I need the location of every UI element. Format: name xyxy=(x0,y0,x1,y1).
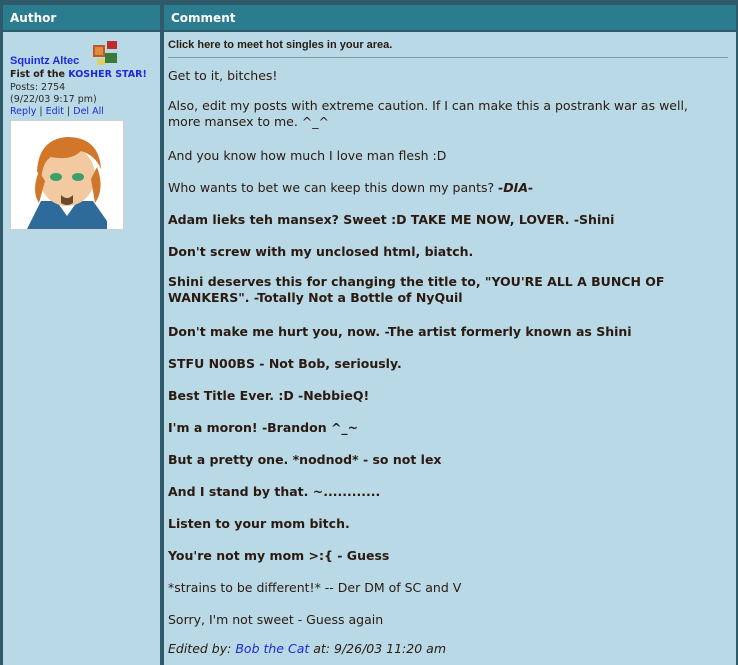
comment-line: Shini deserves this for changing the tit… xyxy=(168,274,665,305)
comment-line: Best Title Ever. :D -NebbieQ! xyxy=(168,388,370,403)
comment-line: And I stand by that. ~............ xyxy=(168,484,381,499)
comment-line: *strains to be different!* -- Der DM of … xyxy=(168,580,462,595)
reply-link[interactable]: Reply xyxy=(10,106,36,117)
edited-prefix: Edited by: xyxy=(168,641,232,656)
editor-user-link[interactable]: Bob the Cat xyxy=(235,641,309,656)
comment-line: Listen to your mom bitch. xyxy=(168,516,350,531)
forum-post: Author Comment Squintz Altec Fist of the… xyxy=(0,0,738,665)
comment-line: You're not my mom >:{ - Guess xyxy=(168,548,390,563)
author-username-link[interactable]: Squintz Altec xyxy=(10,55,79,67)
author-title-link[interactable]: KOSHER STAR! xyxy=(68,69,147,80)
comment-line: Don't make me hurt you, now. -The artist… xyxy=(168,324,632,339)
comment-line: Sorry, I'm not sweet - Guess again xyxy=(168,612,384,627)
comment-line: But a pretty one. *nodnod* - so not lex xyxy=(168,452,442,467)
comment-line: STFU N00BS - Not Bob, seriously. xyxy=(168,356,402,371)
author-header-label: Author xyxy=(10,11,57,25)
action-separator: | xyxy=(67,106,71,117)
comment-line: Who wants to bet we can keep this down m… xyxy=(168,180,533,195)
author-post-count: Posts: 2754 xyxy=(10,82,66,93)
author-post-date: (9/22/03 9:17 pm) xyxy=(10,94,97,105)
author-title-prefix: Fist of the xyxy=(10,69,65,80)
comment-column-header: Comment xyxy=(164,5,736,30)
edit-link[interactable]: Edit xyxy=(46,106,64,117)
avatar xyxy=(10,120,124,230)
comment-cell: Click here to meet hot singles in your a… xyxy=(164,32,736,665)
author-column-header: Author xyxy=(3,5,160,30)
comment-line: Don't screw with my unclosed html, biatc… xyxy=(168,244,474,259)
comment-header-label: Comment xyxy=(171,11,236,25)
comment-line: Also, edit my posts with extreme caution… xyxy=(168,98,688,129)
divider xyxy=(168,57,728,58)
author-title: Fist of the KOSHER STAR! xyxy=(10,69,147,80)
comment-line: Get to it, bitches! xyxy=(168,68,278,83)
author-cell: Squintz Altec Fist of the KOSHER STAR! P… xyxy=(3,32,160,665)
edited-note: Edited by: Bob the Cat at: 9/26/03 11:20… xyxy=(168,641,446,656)
comment-line: I'm a moron! -Brandon ^_~ xyxy=(168,420,359,435)
comment-line: And you know how much I love man flesh :… xyxy=(168,148,447,163)
comment-line-signature: -DIA- xyxy=(498,180,534,195)
ad-link[interactable]: Click here to meet hot singles in your a… xyxy=(168,39,392,51)
edited-suffix: at: 9/26/03 11:20 am xyxy=(313,641,446,656)
comment-line: Adam lieks teh mansex? Sweet :D TAKE ME … xyxy=(168,212,615,227)
delete-all-link[interactable]: Del All xyxy=(73,106,104,117)
post-actions: Reply | Edit | Del All xyxy=(10,106,104,117)
action-separator: | xyxy=(39,106,43,117)
rank-icon xyxy=(91,39,119,67)
comment-line-text: Who wants to bet we can keep this down m… xyxy=(168,180,495,195)
